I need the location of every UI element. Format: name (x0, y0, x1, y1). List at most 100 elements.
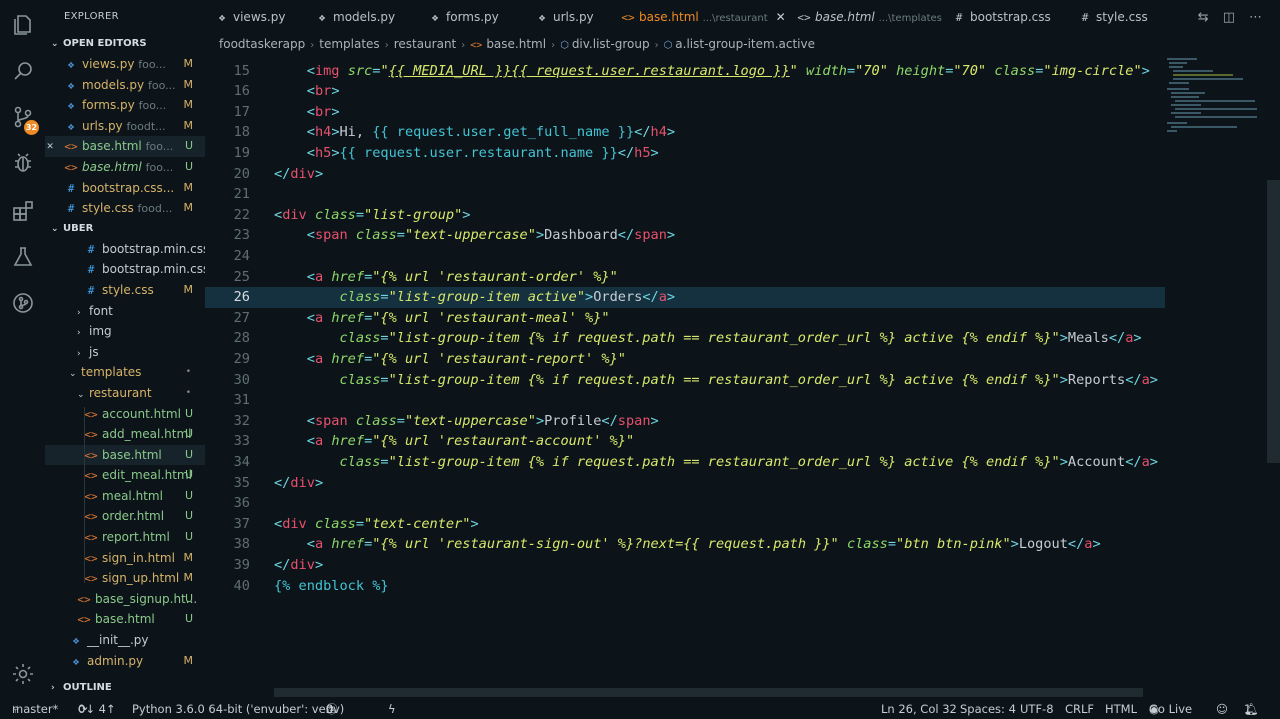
tree-folder[interactable]: › js (45, 342, 205, 363)
code-line[interactable]: 21 (205, 184, 1165, 205)
code-line[interactable]: 19 <h5>{{ request.user.restaurant.name }… (205, 143, 1165, 164)
code-line[interactable]: 34 class="list-group-item {% if request.… (205, 452, 1165, 473)
code-line[interactable]: 15 <img src="{{ MEDIA_URL }}{{ request.u… (205, 61, 1165, 82)
python-interpreter[interactable]: Python 3.6.0 64-bit ('envuber': venv) (132, 699, 344, 719)
tree-file[interactable]: <> sign_up.html M (45, 568, 205, 589)
breadcrumb-item[interactable]: div.list-group (572, 37, 650, 51)
explorer-icon[interactable] (0, 2, 45, 48)
tree-file[interactable]: <> order.html U (45, 506, 205, 527)
horizontal-scrollbar[interactable] (274, 688, 1143, 697)
search-icon[interactable] (0, 48, 45, 94)
open-editor-item[interactable]: # bootstrap.css... M (45, 178, 205, 199)
code-line[interactable]: 35 </div> (205, 473, 1165, 494)
source-control-icon[interactable]: 32 (0, 94, 45, 140)
open-editor-item[interactable]: <> base.html foo... U (45, 157, 205, 178)
code-line[interactable]: 33 <a href="{% url 'restaurant-account' … (205, 431, 1165, 452)
code-line[interactable]: 38 <a href="{% url 'restaurant-sign-out'… (205, 534, 1165, 555)
open-editor-item[interactable]: ❖ urls.py foodt... M (45, 116, 205, 137)
code-line[interactable]: 27 <a href="{% url 'restaurant-meal' %}" (205, 308, 1165, 329)
breadcrumb-item[interactable]: restaurant (394, 37, 457, 51)
code-line[interactable]: 25 <a href="{% url 'restaurant-order' %}… (205, 267, 1165, 288)
tab-views-py[interactable]: ❖ views.py (205, 0, 305, 34)
project-header[interactable]: ⌄ UBER (45, 219, 205, 239)
tree-folder[interactable]: ⌄ templates • (45, 362, 205, 383)
code-line[interactable]: 22 <div class="list-group"> (205, 205, 1165, 226)
code-line[interactable]: 30 class="list-group-item {% if request.… (205, 370, 1165, 391)
tree-file[interactable]: # style.css M (45, 280, 205, 301)
indentation[interactable]: Spaces: 4 (960, 699, 1016, 719)
tree-file[interactable]: ❖ admin.py M (45, 651, 205, 672)
tree-file[interactable]: <> edit_meal.html U (45, 465, 205, 486)
open-editor-item[interactable]: ❖ models.py foo... M (45, 75, 205, 96)
tab-forms-py[interactable]: ❖ forms.py (418, 0, 525, 34)
code-editor[interactable]: 14<div class="text-center">15 <img src="… (205, 54, 1165, 699)
chevron-down-icon: ⌄ (51, 39, 59, 49)
code-line[interactable]: 32 <span class="text-uppercase">Profile<… (205, 411, 1165, 432)
test-flask-icon[interactable] (0, 234, 45, 280)
code-line[interactable]: 28 class="list-group-item {% if request.… (205, 328, 1165, 349)
compare-changes-icon[interactable]: ⇆ (1198, 10, 1209, 25)
code-line[interactable]: 16 <br> (205, 81, 1165, 102)
extensions-icon[interactable] (0, 188, 45, 234)
line-ending[interactable]: CRLF (1065, 699, 1094, 719)
breadcrumb-item[interactable]: foodtaskerapp (219, 37, 305, 51)
settings-gear-icon[interactable] (0, 651, 45, 697)
code-line[interactable]: 24 (205, 246, 1165, 267)
open-editor-item[interactable]: ✕ <> base.html foo... U (45, 136, 205, 157)
git-graph-icon[interactable] (0, 280, 45, 326)
code-line[interactable]: 20 </div> (205, 164, 1165, 185)
close-icon[interactable]: ✕ (776, 10, 786, 24)
vertical-scrollbar[interactable] (1267, 180, 1280, 463)
tree-folder[interactable]: ⌄ restaurant • (45, 383, 205, 404)
tree-file[interactable]: <> meal.html U (45, 486, 205, 507)
tree-folder[interactable]: › font (45, 301, 205, 322)
debug-icon[interactable] (0, 140, 45, 186)
code-line[interactable]: 26 class="list-group-item active">Orders… (205, 287, 1165, 308)
open-editor-item[interactable]: ❖ forms.py foo... M (45, 95, 205, 116)
code-line[interactable]: 29 <a href="{% url 'restaurant-report' %… (205, 349, 1165, 370)
tab-style-css[interactable]: # style.css (1068, 0, 1168, 34)
tree-file[interactable]: <> account.html U (45, 404, 205, 425)
code-line[interactable]: 23 <span class="text-uppercase">Dashboar… (205, 225, 1165, 246)
open-editor-item[interactable]: ❖ views.py foo... M (45, 54, 205, 75)
tab-models-py[interactable]: ❖ models.py (305, 0, 418, 34)
code-line[interactable]: 18 <h4>Hi, {{ request.user.get_full_name… (205, 122, 1165, 143)
tree-file[interactable]: <> add_meal.html U (45, 424, 205, 445)
tree-file[interactable]: ❖ __init__.py (45, 630, 205, 651)
breadcrumb-item[interactable]: base.html (486, 37, 546, 51)
tree-folder[interactable]: › img (45, 321, 205, 342)
tab-base-html[interactable]: <> base.html ...\templates (787, 0, 942, 34)
tab-urls-py[interactable]: ❖ urls.py (525, 0, 611, 34)
tree-file[interactable]: <> sign_in.html M (45, 548, 205, 569)
line-number: 22 (233, 206, 250, 223)
lightning-icon[interactable]: ϟ (388, 699, 396, 719)
code-line[interactable]: 40 {% endblock %} (205, 576, 1165, 597)
outline-header[interactable]: › OUTLINE (45, 678, 205, 698)
cursor-position[interactable]: Ln 26, Col 32 (881, 699, 957, 719)
code-line[interactable]: 37 <div class="text-center"> (205, 514, 1165, 535)
code-line[interactable]: 17 <br> (205, 102, 1165, 123)
tab-base-html[interactable]: <> base.html ...\restaurant ✕ (611, 0, 787, 34)
tree-file[interactable]: <> base_signup.ht... U (45, 589, 205, 610)
encoding[interactable]: UTF-8 (1020, 699, 1054, 719)
minimap[interactable] (1165, 54, 1265, 144)
split-editor-icon[interactable]: ◫ (1223, 10, 1235, 25)
breadcrumb-item[interactable]: templates (319, 37, 379, 51)
tree-file[interactable]: # bootstrap.min.css... (45, 259, 205, 280)
tab-bootstrap-css[interactable]: # bootstrap.css (942, 0, 1068, 34)
breadcrumb-item[interactable]: a.list-group-item.active (675, 37, 815, 51)
code-content: <br> (306, 83, 340, 100)
code-line[interactable]: 39 </div> (205, 555, 1165, 576)
open-editors-header[interactable]: ⌄ OPEN EDITORS (45, 34, 205, 54)
tree-file[interactable]: <> base.html U (45, 609, 205, 630)
feedback-icon[interactable]: ☺ (1216, 699, 1228, 719)
language-mode[interactable]: HTML (1105, 699, 1137, 719)
code-line[interactable]: 36 (205, 493, 1165, 514)
close-icon[interactable]: ✕ (45, 136, 57, 157)
tree-file[interactable]: <> report.html U (45, 527, 205, 548)
more-actions-icon[interactable]: ⋯ (1249, 10, 1262, 25)
open-editor-item[interactable]: # style.css food... M (45, 198, 205, 219)
code-line[interactable]: 31 (205, 390, 1165, 411)
tree-file[interactable]: # bootstrap.min.css (45, 239, 205, 260)
tree-file[interactable]: <> base.html U (45, 444, 205, 466)
